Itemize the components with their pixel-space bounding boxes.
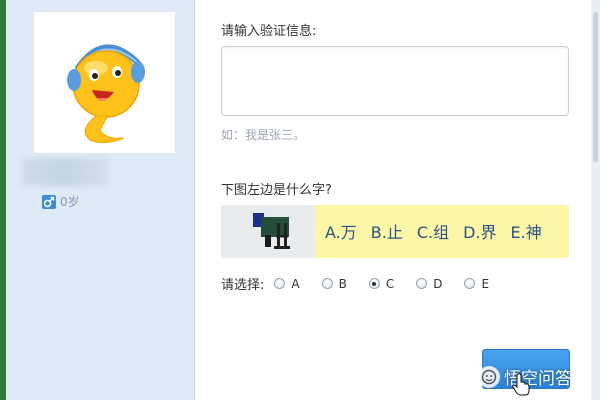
radio-label-a: A xyxy=(291,276,300,291)
radio-b[interactable] xyxy=(321,278,333,289)
verification-form: 请输入验证信息: 如：我是张三。 下图左边是什么字? A.万 B.止 C.组 D… xyxy=(195,0,591,400)
radio-option-b[interactable]: B xyxy=(321,276,347,291)
radio-label-e: E xyxy=(481,276,490,291)
radio-label-b: B xyxy=(338,276,347,291)
avatar xyxy=(33,11,176,154)
radio-option-c[interactable]: C xyxy=(368,276,395,291)
radio-a[interactable] xyxy=(274,278,286,289)
answer-choice-row: 请选择: A B C D E xyxy=(221,274,511,294)
radio-d[interactable] xyxy=(416,278,428,289)
male-icon xyxy=(42,194,56,209)
captcha-question: 下图左边是什么字? xyxy=(221,183,332,198)
captcha-image xyxy=(221,205,315,258)
scrollbar-thumb[interactable] xyxy=(593,12,598,162)
captcha-character-image xyxy=(253,213,290,249)
mouse-cursor-icon xyxy=(512,373,530,396)
option-a: A.万 xyxy=(325,223,357,242)
option-e: E.神 xyxy=(510,223,542,242)
option-d: D.界 xyxy=(463,223,497,242)
radio-option-a[interactable]: A xyxy=(274,276,300,291)
blurred-nickname xyxy=(22,158,108,186)
radio-option-d[interactable]: D xyxy=(416,277,442,291)
age-text: 0岁 xyxy=(60,195,80,209)
profile-panel: 0岁 xyxy=(6,0,194,400)
smiley-headphones-icon xyxy=(67,44,145,144)
radio-e[interactable] xyxy=(464,278,476,289)
option-b: B.止 xyxy=(370,223,403,242)
verify-message-input[interactable] xyxy=(221,46,569,116)
wukong-icon xyxy=(478,365,500,388)
captcha-options: A.万 B.止 C.组 D.界 E.神 xyxy=(325,219,542,243)
choose-label: 请选择: xyxy=(221,278,265,293)
radio-c[interactable] xyxy=(368,278,380,289)
verify-label: 请输入验证信息: xyxy=(221,24,317,39)
option-c: C.组 xyxy=(416,223,450,242)
radio-label-d: D xyxy=(433,276,443,291)
radio-option-e[interactable]: E xyxy=(464,277,489,291)
captcha-strip: A.万 B.止 C.组 D.界 E.神 xyxy=(221,205,569,258)
example-hint: 如：我是张三。 xyxy=(221,128,306,142)
gender-age: 0岁 xyxy=(42,193,80,210)
radio-label-c: C xyxy=(385,276,395,291)
